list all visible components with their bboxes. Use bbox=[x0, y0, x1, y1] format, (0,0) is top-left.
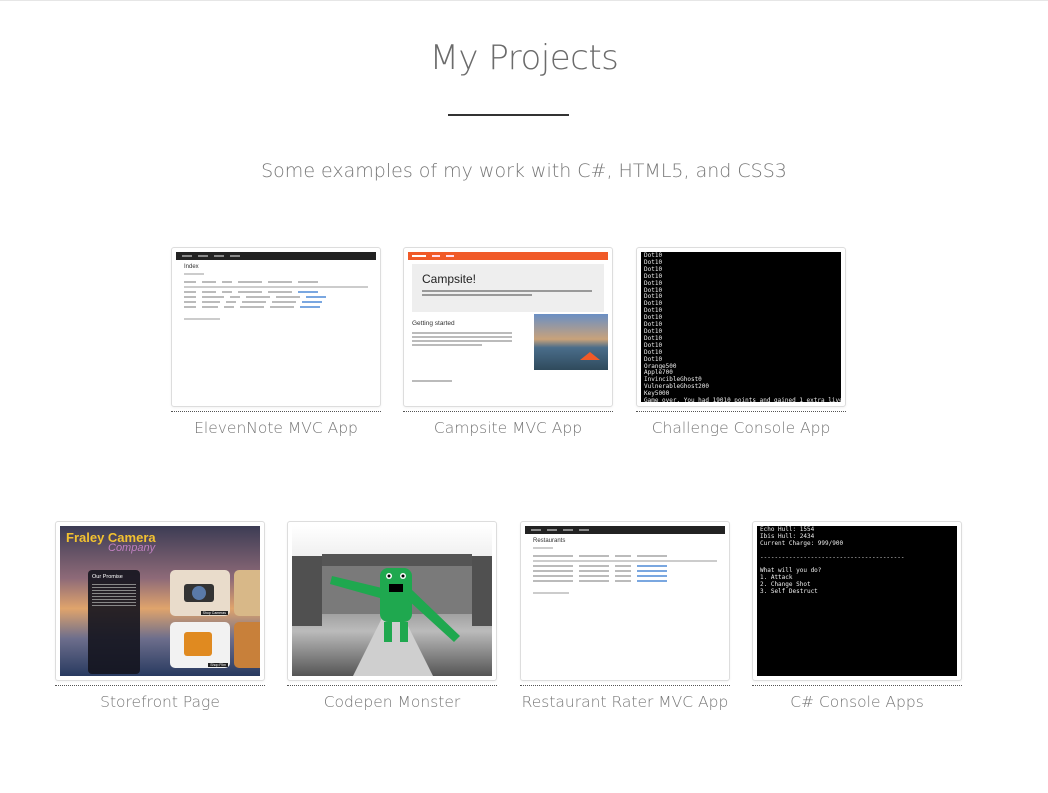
project-thumbnail[interactable]: Dot10 Dot10 Dot10 Dot10 Dot10 Dot10 Dot1… bbox=[636, 247, 846, 407]
caption-divider bbox=[403, 411, 613, 412]
thumb-heading: Restaurants bbox=[533, 538, 566, 544]
project-thumbnail[interactable]: Fraley Camera Company Our Promise Shop C… bbox=[55, 521, 265, 681]
console-output: Dot10 Dot10 Dot10 Dot10 Dot10 Dot10 Dot1… bbox=[641, 252, 841, 402]
project-caption[interactable]: ElevenNote MVC App bbox=[151, 419, 401, 437]
thumb-brand-sub: Company bbox=[108, 542, 156, 554]
caption-divider bbox=[520, 685, 730, 686]
elevennote-screenshot: Index bbox=[176, 252, 376, 402]
caption-divider bbox=[55, 685, 265, 686]
monster-scene bbox=[292, 554, 492, 676]
thumb-jumbotron-title: Campsite! bbox=[422, 272, 477, 286]
thumb-section-title: Getting started bbox=[412, 320, 455, 327]
monster-screenshot bbox=[292, 526, 492, 676]
promise-panel: Our Promise bbox=[88, 570, 140, 674]
project-thumbnail[interactable] bbox=[287, 521, 497, 681]
project-caption[interactable]: Challenge Console App bbox=[616, 419, 866, 437]
caption-divider bbox=[287, 685, 497, 686]
camera-tile: Shop Cameras bbox=[170, 570, 230, 616]
page-subtitle: Some examples of my work with C#, HTML5,… bbox=[261, 160, 787, 182]
project-caption[interactable]: Campsite MVC App bbox=[383, 419, 633, 437]
console-screenshot: Dot10 Dot10 Dot10 Dot10 Dot10 Dot10 Dot1… bbox=[641, 252, 841, 402]
campsite-screenshot: Campsite! Getting started bbox=[408, 252, 608, 402]
project-caption[interactable]: Restaurant Rater MVC App bbox=[500, 693, 750, 711]
title-underline bbox=[448, 114, 569, 116]
project-thumbnail[interactable]: Restaurants bbox=[520, 521, 730, 681]
top-border bbox=[0, 0, 1048, 1]
caption-divider bbox=[752, 685, 962, 686]
project-thumbnail[interactable]: Campsite! Getting started bbox=[403, 247, 613, 407]
project-caption[interactable]: C# Console Apps bbox=[732, 693, 982, 711]
thumb-heading: Index bbox=[184, 264, 199, 270]
project-thumbnail[interactable]: Echo Hull: 1554 Ibis Hull: 2434 Current … bbox=[752, 521, 962, 681]
film-tile: Shop Film bbox=[170, 622, 230, 668]
project-caption[interactable]: Storefront Page bbox=[35, 693, 285, 711]
project-thumbnail[interactable]: Index bbox=[171, 247, 381, 407]
console-screenshot: Echo Hull: 1554 Ibis Hull: 2434 Current … bbox=[757, 526, 957, 676]
page-title: My Projects bbox=[429, 38, 619, 78]
restaurant-screenshot: Restaurants bbox=[525, 526, 725, 676]
console-output: Echo Hull: 1554 Ibis Hull: 2434 Current … bbox=[757, 526, 957, 676]
caption-divider bbox=[636, 411, 846, 412]
project-caption[interactable]: Codepen Monster bbox=[267, 693, 517, 711]
caption-divider bbox=[171, 411, 381, 412]
campsite-photo bbox=[534, 314, 608, 370]
storefront-screenshot: Fraley Camera Company Our Promise Shop C… bbox=[60, 526, 260, 676]
